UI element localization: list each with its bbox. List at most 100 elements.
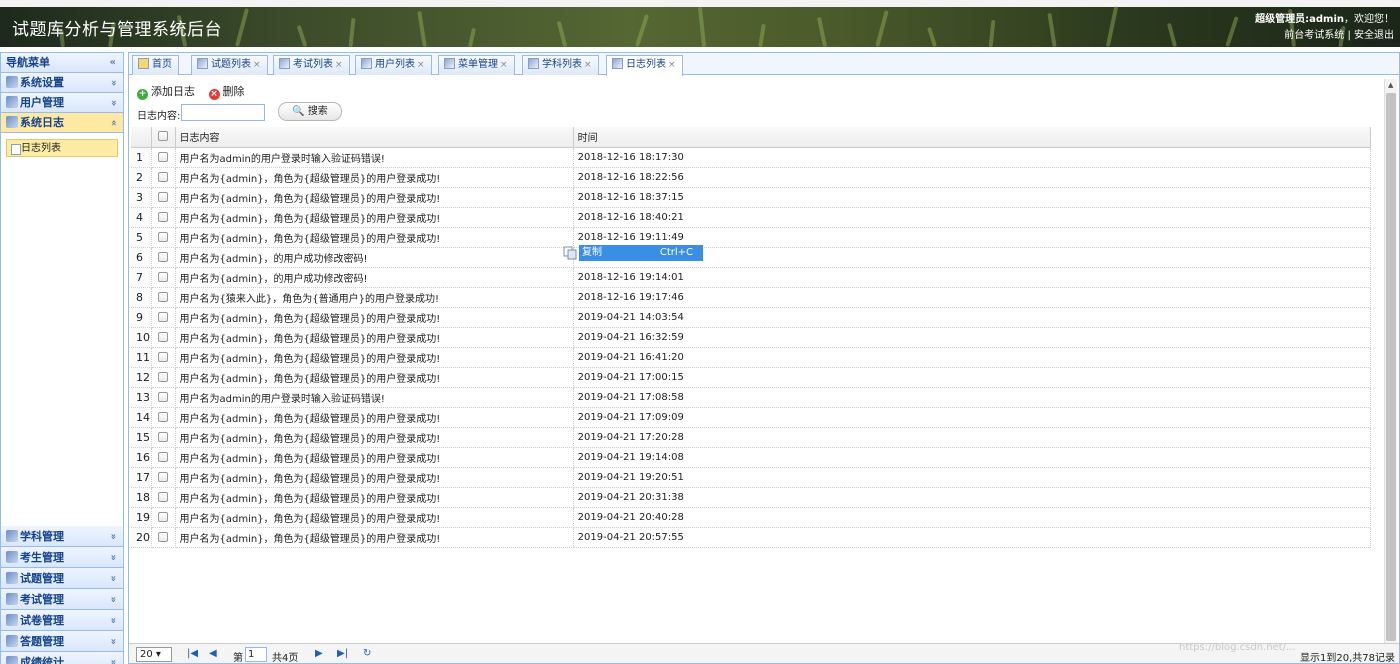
expand-icon[interactable]: » (102, 554, 123, 560)
tab-2[interactable]: 考试列表 × (273, 55, 350, 75)
row-checkbox-cell[interactable] (151, 187, 176, 208)
row-checkbox[interactable] (157, 311, 168, 322)
table-row[interactable]: 6 用户名为{admin}，的用户成功修改密码! (131, 247, 1372, 268)
table-row[interactable]: 8 用户名为{猿来入此}，角色为{普通用户}的用户登录成功! 2018-12-16 … (131, 287, 1372, 308)
close-tab-icon[interactable]: × (584, 60, 592, 70)
row-checkbox-cell[interactable] (151, 327, 176, 348)
table-row[interactable]: 13 用户名为admin的用户登录时输入验证码错误! 2019-04-21 17:0… (131, 387, 1372, 408)
sidebar-group-5-groups_bottom[interactable]: 答题管理 » (1, 631, 123, 652)
vertical-scrollbar[interactable]: ▲ (1384, 79, 1397, 647)
row-checkbox-cell[interactable] (151, 367, 176, 388)
collapse-sidebar-icon[interactable]: « (110, 53, 116, 73)
add-log-button[interactable]: + 添加日志 (137, 83, 195, 100)
table-row[interactable]: 18 用户名为{admin}，角色为{超级管理员}的用户登录成功! 2019-04-… (131, 487, 1372, 508)
expand-icon[interactable]: » (103, 80, 123, 86)
delete-button[interactable]: × 删除 (208, 83, 245, 100)
row-checkbox-cell[interactable] (151, 207, 176, 228)
table-row[interactable]: 15 用户名为{admin}，角色为{超级管理员}的用户登录成功! 2019-04-… (131, 427, 1372, 448)
scroll-up-icon[interactable]: ▲ (1388, 81, 1393, 89)
page-size-select[interactable]: 20 ▾ (136, 647, 172, 662)
scrollbar-thumb[interactable] (1386, 93, 1396, 641)
sidebar-group-0-groups_top[interactable]: 系统设置 » (1, 73, 123, 93)
sidebar-group-2-groups_bottom[interactable]: 试题管理 » (1, 568, 123, 589)
prev-page-icon[interactable]: ◀ (209, 648, 217, 659)
row-checkbox[interactable] (157, 251, 168, 262)
column-header-time[interactable]: 时间 (573, 127, 1372, 148)
sidebar-group-4-groups_bottom[interactable]: 试卷管理 » (1, 610, 123, 631)
table-row[interactable]: 9 用户名为{admin}，角色为{超级管理员}的用户登录成功! 2019-04-2… (131, 307, 1372, 328)
row-checkbox[interactable] (157, 271, 168, 282)
select-all-checkbox-cell[interactable] (151, 127, 176, 148)
tab-6[interactable]: 日志列表 × (606, 55, 683, 76)
table-row[interactable]: 17 用户名为{admin}，角色为{超级管理员}的用户登录成功! 2019-04-… (131, 467, 1372, 488)
expand-icon[interactable]: » (102, 533, 123, 539)
row-checkbox[interactable] (157, 431, 168, 442)
sidebar-item-log-list[interactable]: 日志列表 (6, 139, 118, 157)
row-checkbox-cell[interactable] (151, 307, 176, 328)
sidebar-group-6-groups_bottom[interactable]: 成绩统计 » (1, 652, 123, 664)
sidebar-group-1-groups_top[interactable]: 用户管理 » (1, 93, 123, 113)
row-checkbox[interactable] (157, 231, 168, 242)
row-checkbox-cell[interactable] (151, 287, 176, 308)
column-header-content[interactable]: 日志内容 (175, 127, 574, 148)
expand-icon[interactable]: » (102, 617, 123, 623)
close-tab-icon[interactable]: × (335, 60, 343, 70)
tab-0[interactable]: 首页 (132, 55, 179, 75)
page-number-input[interactable]: 1 (245, 647, 267, 662)
collapse-icon[interactable]: « (103, 120, 123, 126)
tab-4[interactable]: 菜单管理 × (438, 55, 515, 75)
row-checkbox[interactable] (157, 151, 168, 162)
front-exam-link[interactable]: 前台考试系统 (1284, 30, 1344, 41)
row-checkbox[interactable] (157, 171, 168, 182)
row-checkbox[interactable] (157, 191, 168, 202)
expand-icon[interactable]: » (102, 575, 123, 581)
row-checkbox-cell[interactable] (151, 227, 176, 248)
row-checkbox-cell[interactable] (151, 267, 176, 288)
row-checkbox[interactable] (157, 391, 168, 402)
tab-5[interactable]: 学科列表 × (522, 55, 599, 75)
sidebar-group-2-groups_top[interactable]: 系统日志 « (1, 113, 123, 133)
table-row[interactable]: 10 用户名为{admin}，角色为{超级管理员}的用户登录成功! 2019-04-… (131, 327, 1372, 348)
row-checkbox-cell[interactable] (151, 447, 176, 468)
sidebar-group-0-groups_bottom[interactable]: 学科管理 » (1, 526, 123, 547)
row-checkbox-cell[interactable] (151, 427, 176, 448)
table-row[interactable]: 1 用户名为admin的用户登录时输入验证码错误! 2018-12-16 18:17… (131, 147, 1372, 168)
row-checkbox-cell[interactable] (151, 247, 176, 268)
first-page-icon[interactable]: |◀ (187, 648, 198, 659)
row-checkbox[interactable] (157, 351, 168, 362)
row-checkbox-cell[interactable] (151, 167, 176, 188)
table-row[interactable]: 12 用户名为{admin}，角色为{超级管理员}的用户登录成功! 2019-04-… (131, 367, 1372, 388)
row-checkbox-cell[interactable] (151, 507, 176, 528)
sidebar-group-1-groups_bottom[interactable]: 考生管理 » (1, 547, 123, 568)
row-checkbox[interactable] (157, 371, 168, 382)
row-checkbox-cell[interactable] (151, 147, 176, 168)
row-checkbox-cell[interactable] (151, 407, 176, 428)
table-row[interactable]: 20 用户名为{admin}，角色为{超级管理员}的用户登录成功! 2019-04-… (131, 527, 1372, 548)
table-row[interactable]: 19 用户名为{admin}，角色为{超级管理员}的用户登录成功! 2019-04-… (131, 507, 1372, 528)
row-checkbox[interactable] (157, 511, 168, 522)
context-menu-item-copy[interactable]: 复制 Ctrl+C (579, 245, 703, 261)
table-row[interactable]: 4 用户名为{admin}，角色为{超级管理员}的用户登录成功! 2018-12-1… (131, 207, 1372, 228)
row-checkbox[interactable] (157, 411, 168, 422)
close-tab-icon[interactable]: × (668, 60, 676, 70)
last-page-icon[interactable]: ▶| (337, 648, 348, 659)
row-checkbox-cell[interactable] (151, 387, 176, 408)
search-button[interactable]: 🔍 搜索 (278, 102, 342, 121)
expand-icon[interactable]: » (102, 659, 123, 664)
table-row[interactable]: 7 用户名为{admin}，的用户成功修改密码! 2018-12-16 19:14:… (131, 267, 1372, 288)
expand-icon[interactable]: » (103, 100, 123, 106)
row-checkbox-cell[interactable] (151, 347, 176, 368)
row-checkbox[interactable] (157, 211, 168, 222)
close-tab-icon[interactable]: × (417, 60, 425, 70)
row-checkbox[interactable] (157, 471, 168, 482)
close-tab-icon[interactable]: × (500, 60, 508, 70)
logout-link[interactable]: 安全退出 (1354, 30, 1394, 41)
select-all-checkbox[interactable] (157, 131, 168, 142)
row-checkbox-cell[interactable] (151, 467, 176, 488)
expand-icon[interactable]: » (102, 596, 123, 602)
sidebar-group-3-groups_bottom[interactable]: 考试管理 » (1, 589, 123, 610)
next-page-icon[interactable]: ▶ (315, 648, 323, 659)
tab-1[interactable]: 试题列表 × (191, 55, 268, 75)
table-row[interactable]: 5 用户名为{admin}，角色为{超级管理员}的用户登录成功! 2018-12-1… (131, 227, 1372, 248)
table-row[interactable]: 16 用户名为{admin}，角色为{超级管理员}的用户登录成功! 2019-04-… (131, 447, 1372, 468)
